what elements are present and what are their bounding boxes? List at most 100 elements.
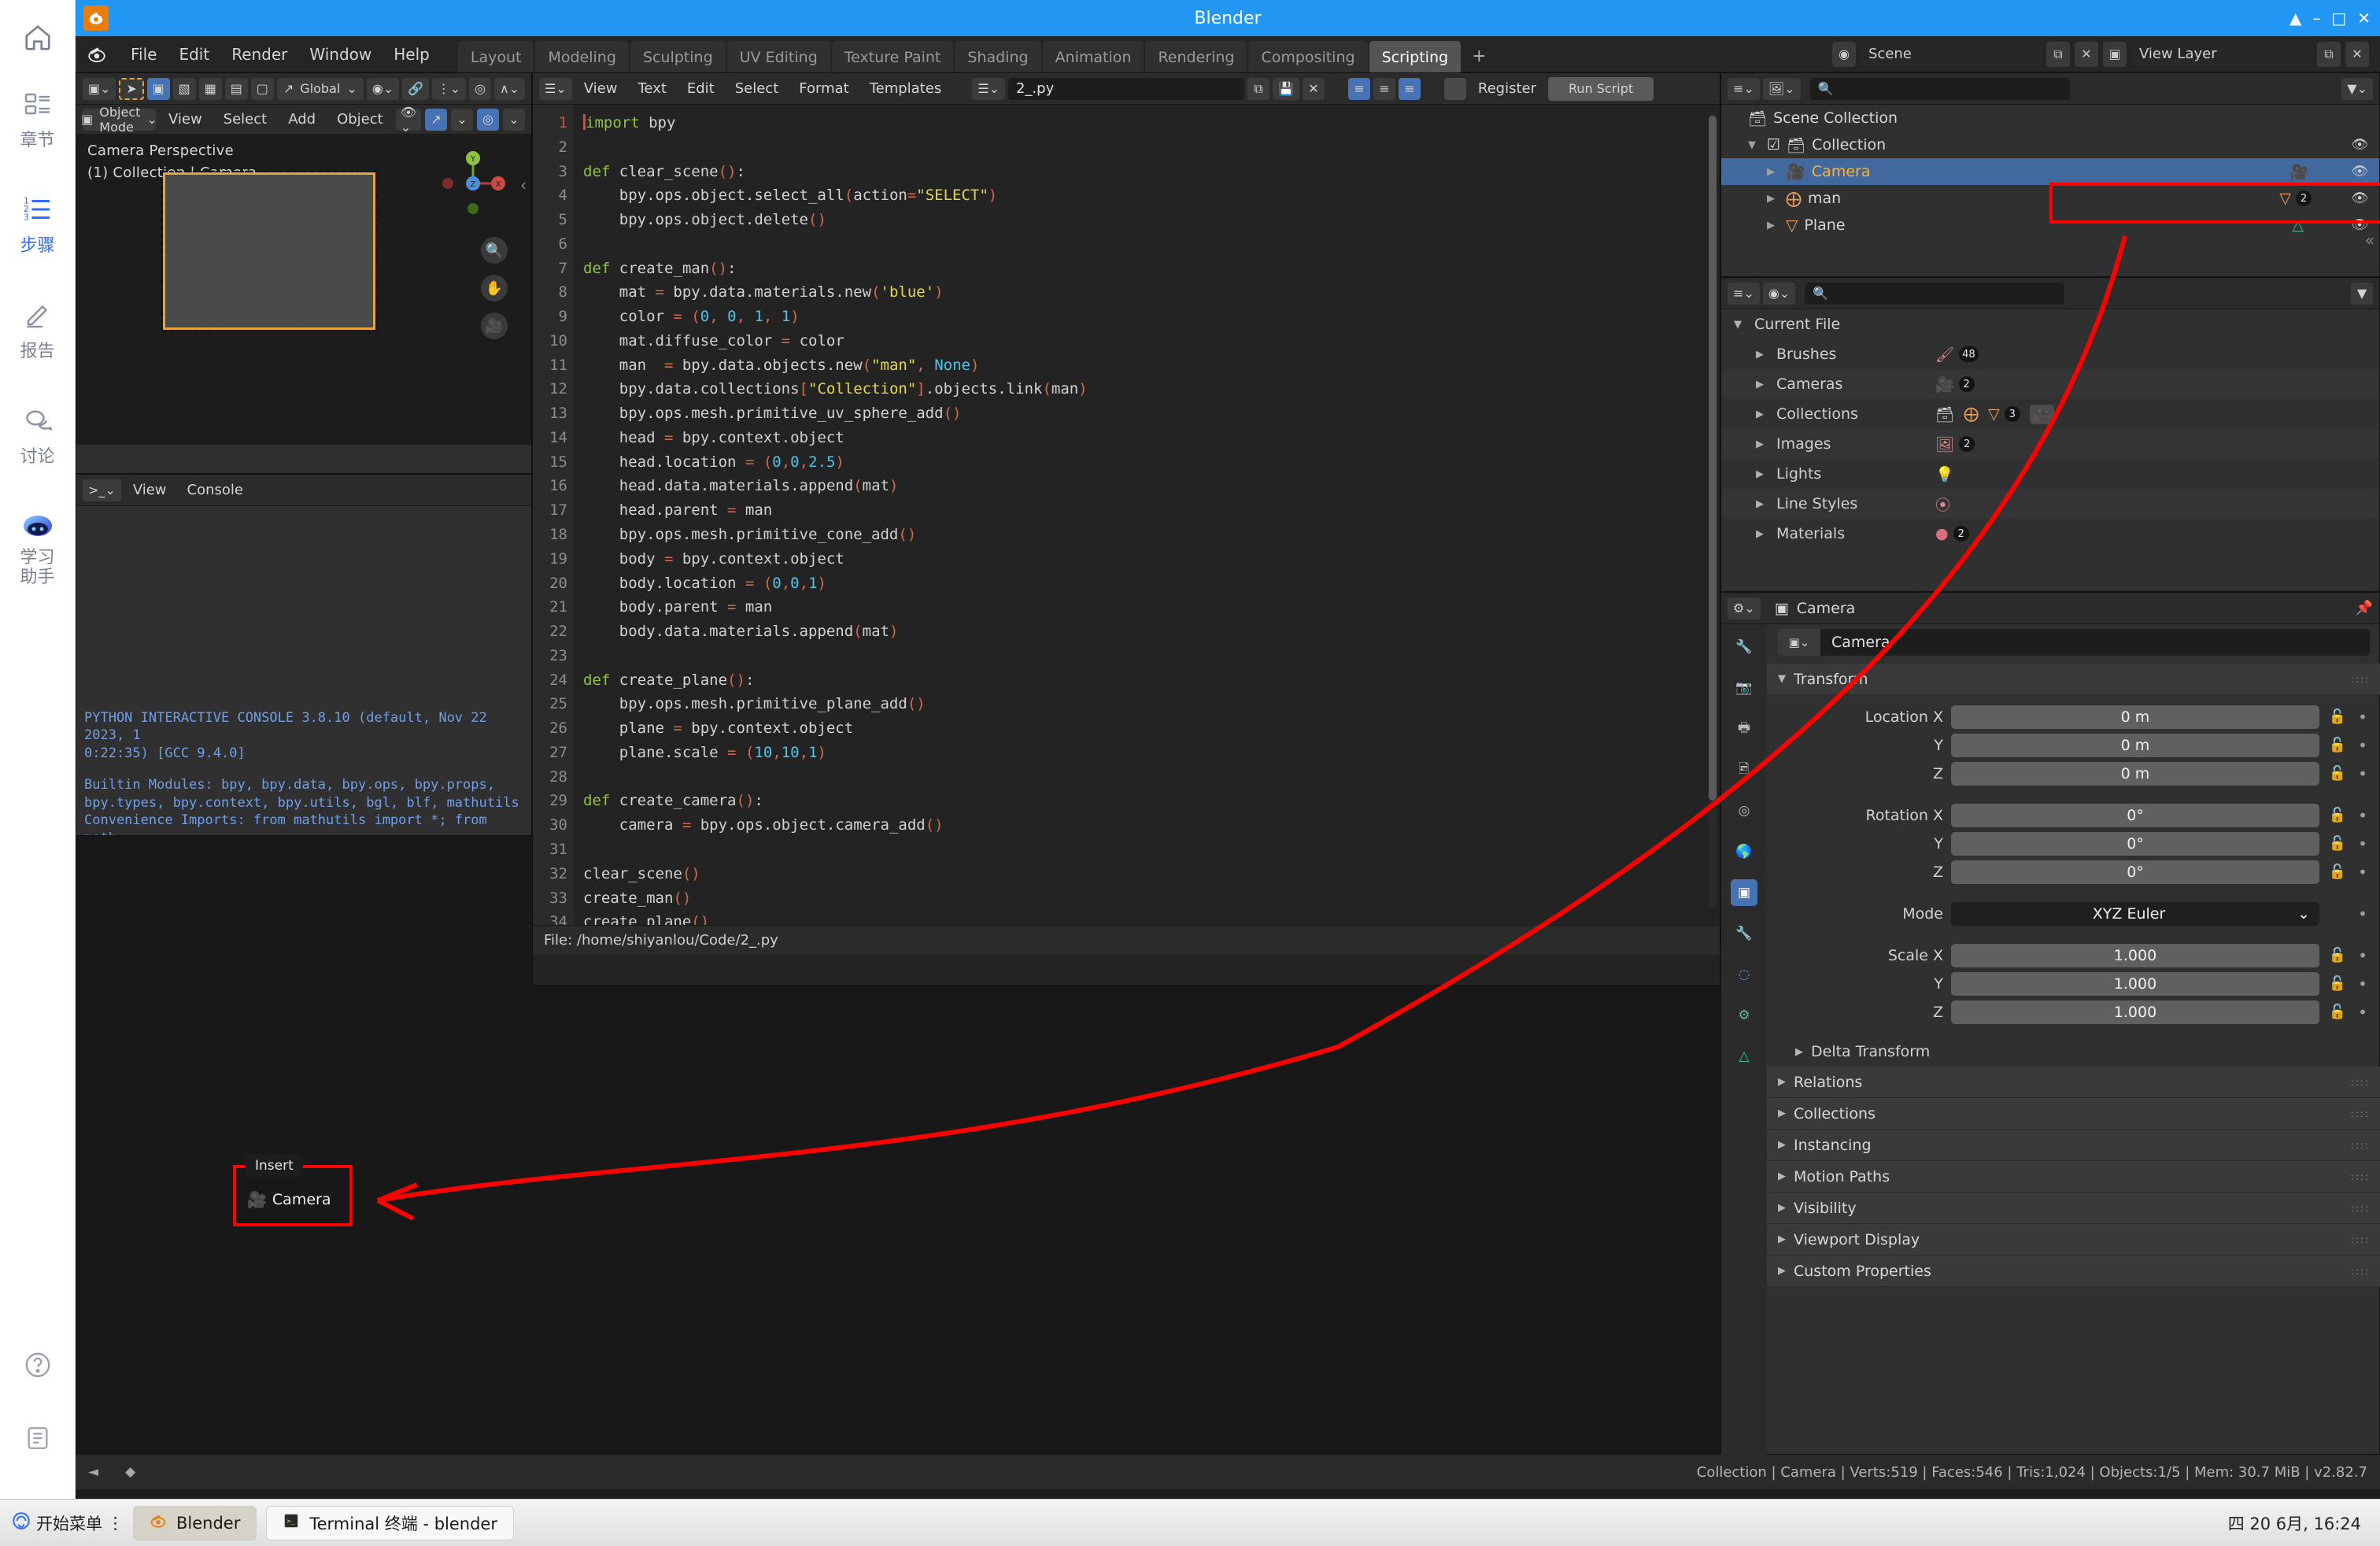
- console-menu-view[interactable]: View: [124, 479, 176, 501]
- tab-layout[interactable]: Layout: [457, 40, 534, 72]
- editor-scrollbar-thumb[interactable]: [1709, 116, 1717, 801]
- output-tab[interactable]: 🖶: [1731, 716, 1757, 742]
- lock-icon[interactable]: 🔓: [2327, 708, 2348, 725]
- animate-dot-icon[interactable]: •: [2356, 806, 2370, 825]
- lock-icon[interactable]: 🔓: [2327, 947, 2348, 963]
- outliner-search-input[interactable]: 🔍: [1809, 77, 2070, 100]
- close-icon[interactable]: ✕: [1302, 77, 1325, 100]
- scene-selector[interactable]: Scene: [1861, 41, 2042, 67]
- lock-icon[interactable]: 🔓: [2327, 807, 2348, 823]
- collapse-sidebar-icon[interactable]: «: [2365, 231, 2374, 250]
- transform-section-header[interactable]: ▼ Transform ::::: [1767, 664, 2380, 695]
- menu-file[interactable]: File: [120, 40, 168, 68]
- proportional-edit-icon[interactable]: ◎: [469, 77, 492, 100]
- file-browser-row-cameras[interactable]: ▶ Cameras 🎥 2: [1721, 369, 2379, 399]
- text-menu-format[interactable]: Format: [790, 77, 857, 100]
- console-menu-console[interactable]: Console: [179, 479, 252, 501]
- menu-edit[interactable]: Edit: [168, 40, 220, 68]
- run-script-button[interactable]: Run Script: [1548, 76, 1654, 101]
- viewport-menu-select[interactable]: Select: [215, 108, 276, 131]
- viewport-menu-object[interactable]: Object: [328, 108, 392, 131]
- viewlayer-selector[interactable]: View Layer: [2131, 41, 2312, 67]
- taskbar-item-blender[interactable]: Blender: [133, 1505, 257, 1540]
- section-collections[interactable]: ▶ Collections ::::: [1767, 1098, 2380, 1130]
- sidebar-item-home[interactable]: [0, 20, 76, 55]
- field-value[interactable]: 0°: [1951, 860, 2319, 884]
- select-extend-icon[interactable]: ▧: [172, 77, 196, 100]
- maximize-button[interactable]: □: [2331, 9, 2346, 28]
- duplicate-icon[interactable]: ⧉: [1247, 77, 1269, 100]
- viewlayer-browse-icon[interactable]: ▣: [2103, 41, 2127, 67]
- pan-hand-icon[interactable]: ✋: [481, 275, 508, 301]
- falloff-icon[interactable]: ∧⌄: [494, 77, 526, 100]
- remove-scene-button[interactable]: ✕: [2075, 41, 2098, 67]
- transform-orientation-dropdown[interactable]: ↗ Global ⌄: [276, 77, 364, 100]
- sidebar-item-discussion[interactable]: 讨论: [0, 403, 76, 468]
- file-browser-row-collections[interactable]: ▶ Collections 🗃 ⨁ ▽ 3 🎥: [1721, 399, 2379, 429]
- menu-render[interactable]: Render: [220, 40, 298, 68]
- tab-modeling[interactable]: Modeling: [535, 40, 629, 72]
- eye-icon[interactable]: 👁: [2351, 137, 2368, 153]
- menu-help[interactable]: Help: [382, 40, 441, 68]
- tab-compositing[interactable]: Compositing: [1248, 40, 1368, 72]
- tab-sculpting[interactable]: Sculpting: [630, 40, 726, 72]
- select-subtract-icon[interactable]: ▦: [198, 77, 222, 100]
- file-browser-root[interactable]: ▼ Current File: [1721, 309, 2379, 339]
- camera-data-icon[interactable]: 🎥: [2289, 163, 2308, 181]
- text-menu-view[interactable]: View: [575, 77, 626, 100]
- outliner-editor-icon[interactable]: ≡⌄: [1728, 77, 1760, 100]
- disclosure-triangle-icon[interactable]: ▶: [1756, 438, 1764, 450]
- viewport-menu-view[interactable]: View: [160, 108, 211, 131]
- document-icon[interactable]: [24, 1425, 51, 1455]
- gizmo-dropdown-icon[interactable]: ⌄: [451, 108, 473, 131]
- save-icon[interactable]: 💾: [1272, 77, 1299, 100]
- tab-rendering[interactable]: Rendering: [1145, 40, 1247, 72]
- blender-logo-icon[interactable]: [85, 43, 109, 66]
- animate-dot-icon[interactable]: •: [2356, 708, 2370, 727]
- camera-frame[interactable]: [161, 171, 377, 331]
- tool-tab[interactable]: 🔧: [1731, 634, 1757, 660]
- animate-dot-icon[interactable]: •: [2356, 736, 2370, 755]
- disclosure-triangle-icon[interactable]: ▼: [1748, 139, 1761, 151]
- console-output[interactable]: PYTHON INTERACTIVE CONSOLE 3.8.10 (defau…: [76, 506, 531, 835]
- select-invert-icon[interactable]: ▤: [224, 77, 248, 100]
- text-menu-edit[interactable]: Edit: [678, 77, 723, 100]
- lock-icon[interactable]: 🔓: [2327, 765, 2348, 782]
- start-menu-button[interactable]: 开始菜单 ⋮: [11, 1511, 124, 1535]
- file-browser-row-brushes[interactable]: ▶ Brushes 🖌 48: [1721, 339, 2379, 369]
- filter-icon[interactable]: ▼: [2351, 282, 2373, 305]
- field-value[interactable]: 0 m: [1951, 705, 2319, 729]
- viewlayer-tab[interactable]: 🖻: [1731, 756, 1757, 783]
- taskbar-item-terminal[interactable]: >_ Terminal 终端 - blender: [266, 1505, 514, 1540]
- lock-icon[interactable]: 🔓: [2327, 1004, 2348, 1020]
- tab-uv-editing[interactable]: UV Editing: [726, 40, 830, 72]
- disclosure-triangle-icon[interactable]: ▶: [1767, 166, 1779, 178]
- sidebar-item-report[interactable]: 报告: [0, 298, 76, 362]
- object-tab[interactable]: ▣: [1731, 879, 1757, 906]
- modifier-tab[interactable]: 🔧: [1731, 920, 1757, 947]
- minimize-button[interactable]: –: [2312, 9, 2320, 28]
- tab-texture-paint[interactable]: Texture Paint: [831, 40, 954, 72]
- filter-icon[interactable]: ▼⌄: [2341, 77, 2373, 100]
- text-menu-templates[interactable]: Templates: [861, 77, 951, 100]
- editor-type-icon[interactable]: ▣⌄: [83, 77, 116, 100]
- object-mode-dropdown[interactable]: ▣ Object Mode ⌄: [81, 105, 157, 135]
- disclosure-triangle-icon[interactable]: ▶: [1767, 220, 1779, 231]
- snap-to-icon[interactable]: ⋮⌄: [431, 77, 467, 100]
- tab-animation[interactable]: Animation: [1042, 40, 1144, 72]
- viewport-canvas[interactable]: Camera Perspective (1) Collection | Came…: [76, 135, 531, 445]
- disclosure-triangle-icon[interactable]: ▶: [1756, 528, 1764, 540]
- upload-icon[interactable]: ▲: [2289, 9, 2301, 28]
- outliner-row-collection[interactable]: ▼ ☑ 🗃 Collection 👁: [1721, 131, 2379, 158]
- tab-scripting[interactable]: Scripting: [1369, 40, 1462, 72]
- disclosure-triangle-icon[interactable]: ▶: [1756, 409, 1764, 420]
- select-set-icon[interactable]: ▣: [146, 77, 170, 100]
- disclosure-triangle-icon[interactable]: ▶: [1756, 468, 1764, 480]
- constraint-tab[interactable]: ⚙: [1731, 1002, 1757, 1029]
- file-browser-search-input[interactable]: 🔍: [1805, 282, 2065, 305]
- field-value[interactable]: 0 m: [1951, 733, 2319, 757]
- pivot-point-icon[interactable]: ◉⌄: [366, 77, 400, 100]
- text-editor-type-icon[interactable]: ☰⌄: [539, 77, 572, 100]
- field-value[interactable]: 1.000: [1951, 1000, 2319, 1024]
- animate-dot-icon[interactable]: •: [2356, 863, 2370, 882]
